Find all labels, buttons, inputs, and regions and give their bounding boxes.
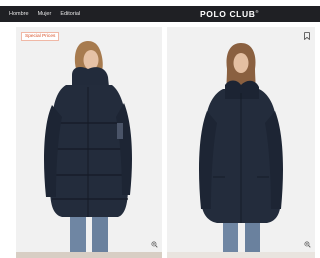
product-grid: Special Prices: [0, 22, 320, 258]
nav-links: Hombre Mujer Editorial: [9, 6, 80, 22]
next-product-image-top: [16, 252, 162, 258]
brand-logo[interactable]: POLO CLUB®: [200, 9, 259, 19]
next-product-image-top: [167, 252, 315, 258]
special-prices-badge: Special Prices: [21, 32, 60, 41]
badge-label: Special Prices: [25, 34, 56, 39]
nav-link-editorial[interactable]: Editorial: [60, 11, 80, 17]
product-image: [167, 27, 315, 252]
top-navigation-bar: Hombre Mujer Editorial POLO CLUB®: [0, 6, 320, 22]
nav-link-mujer[interactable]: Mujer: [38, 11, 52, 17]
page: Hombre Mujer Editorial POLO CLUB® Specia…: [0, 0, 320, 258]
nav-link-hombre[interactable]: Hombre: [9, 11, 29, 17]
bookmark-icon[interactable]: [304, 32, 310, 40]
product-card[interactable]: [167, 27, 315, 252]
product-image: [16, 27, 162, 252]
zoom-in-icon[interactable]: [304, 241, 311, 248]
brand-registered-mark: ®: [255, 9, 260, 15]
product-card[interactable]: Special Prices: [16, 27, 162, 252]
brand-name: POLO CLUB: [200, 9, 256, 19]
zoom-in-icon[interactable]: [151, 241, 158, 248]
